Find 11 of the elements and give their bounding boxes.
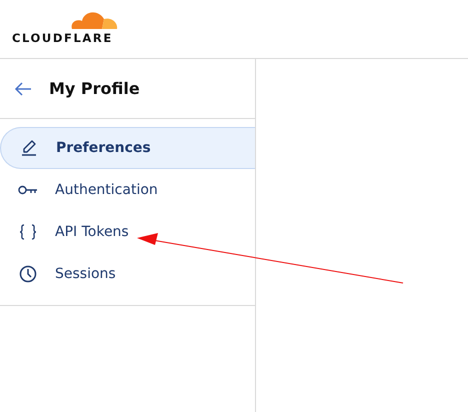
sidebar-item[interactable]: Sessions xyxy=(0,253,255,295)
clock-icon xyxy=(19,265,37,283)
sidebar-item[interactable]: API Tokens xyxy=(0,211,255,253)
sidebar-item[interactable]: Preferences xyxy=(0,127,255,169)
key-icon xyxy=(18,185,38,195)
logo-text: CLOUDFLARE xyxy=(12,32,114,45)
sidebar-title: My Profile xyxy=(49,78,140,100)
back-arrow-icon[interactable] xyxy=(14,82,32,96)
sidebar-item[interactable]: Authentication xyxy=(0,169,255,211)
pencil-icon xyxy=(20,139,38,157)
braces-icon xyxy=(19,224,37,240)
